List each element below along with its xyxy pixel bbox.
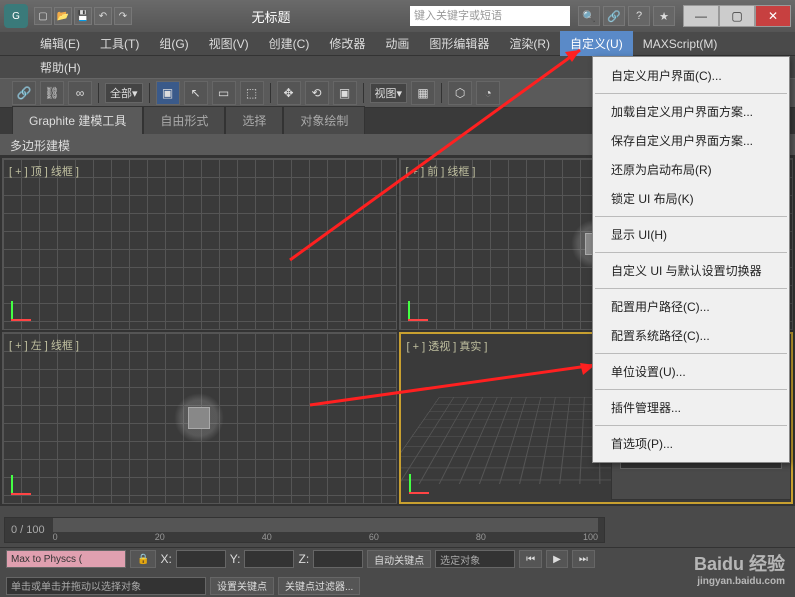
viewport-label: [ + ] 左 ] 线框 ] (9, 337, 79, 353)
menu-revert-layout[interactable]: 还原为启动布局(R) (593, 155, 789, 184)
timeline[interactable]: 0 / 100 0 20 40 60 80 100 (4, 517, 605, 543)
tab-selection[interactable]: 选择 (225, 106, 283, 134)
x-label: X: (160, 552, 171, 566)
bind-icon[interactable]: ∞ (68, 81, 92, 105)
binoculars-icon[interactable]: 🔍 (578, 6, 600, 26)
help-icon[interactable]: ? (628, 6, 650, 26)
menu-rendering[interactable]: 渲染(R) (499, 31, 560, 56)
minimize-button[interactable]: — (683, 5, 719, 27)
menu-animation[interactable]: 动画 (375, 31, 419, 56)
menu-switcher[interactable]: 自定义 UI 与默认设置切换器 (593, 256, 789, 285)
menu-custom-ui[interactable]: 自定义用户界面(C)... (593, 61, 789, 90)
new-icon[interactable]: ▢ (34, 7, 52, 25)
window-title: 无标题 (132, 7, 410, 26)
viewport-label: [ + ] 前 ] 线框 ] (406, 163, 476, 179)
y-label: Y: (230, 552, 241, 566)
axis-gizmo-icon (409, 464, 439, 494)
y-input[interactable] (244, 550, 294, 568)
menu-plugin-mgr[interactable]: 插件管理器... (593, 393, 789, 422)
menu-load-scheme[interactable]: 加载自定义用户界面方案... (593, 97, 789, 126)
play-icon[interactable]: ▶ (546, 550, 568, 568)
menu-system-paths[interactable]: 配置系统路径(C)... (593, 321, 789, 350)
menu-user-paths[interactable]: 配置用户路径(C)... (593, 292, 789, 321)
axis-gizmo-icon (11, 291, 41, 321)
viewport-label: [ + ] 透视 ] 真实 ] (407, 338, 488, 354)
menu-views[interactable]: 视图(V) (199, 31, 259, 56)
play-icon[interactable]: ⏭ (572, 550, 595, 568)
region-icon[interactable]: ▭ (212, 81, 236, 105)
unlink-icon[interactable]: ⛓ (40, 81, 64, 105)
link-icon[interactable]: 🔗 (603, 6, 625, 26)
move-icon[interactable]: ✥ (277, 81, 301, 105)
favorite-icon[interactable]: ★ (653, 6, 675, 26)
selection-filter[interactable]: 全部 ▾ (105, 83, 143, 103)
select-icon[interactable]: ▣ (156, 81, 180, 105)
cursor-icon[interactable]: ↖ (184, 81, 208, 105)
menu-edit[interactable]: 编辑(E) (30, 31, 90, 56)
menu-group[interactable]: 组(G) (149, 31, 198, 56)
play-icon[interactable]: ⏮ (519, 550, 542, 568)
menu-show-ui[interactable]: 显示 UI(H) (593, 220, 789, 249)
search-input[interactable]: 键入关键字或短语 (410, 6, 570, 26)
angle-snap-icon[interactable]: ◔ (476, 81, 500, 105)
pivot-icon[interactable]: ▦ (411, 81, 435, 105)
open-icon[interactable]: 📂 (54, 7, 72, 25)
watermark: Baidu 经验 jingyan.baidu.com (694, 550, 785, 587)
key-mode-dropdown[interactable]: 选定对象 (435, 550, 515, 568)
axis-gizmo-icon (11, 465, 41, 495)
viewcube-icon[interactable] (174, 393, 224, 443)
menu-graph-editors[interactable]: 图形编辑器 (419, 31, 499, 56)
viewport-label: [ + ] 顶 ] 线框 ] (9, 163, 79, 179)
prompt-line: 单击或单击并拖动以选择对象 (6, 577, 206, 595)
coord-system[interactable]: 视图 ▾ (370, 83, 408, 103)
auto-key-button[interactable]: 自动关键点 (367, 550, 431, 568)
undo-icon[interactable]: ↶ (94, 7, 112, 25)
menu-help[interactable]: 帮助(H) (30, 55, 91, 80)
tab-object-paint[interactable]: 对象绘制 (283, 106, 365, 134)
viewport-left[interactable]: [ + ] 左 ] 线框 ] (2, 332, 397, 504)
tab-graphite[interactable]: Graphite 建模工具 (12, 106, 143, 134)
menu-tools[interactable]: 工具(T) (90, 31, 149, 56)
menu-units[interactable]: 单位设置(U)... (593, 357, 789, 386)
maximize-button[interactable]: ▢ (719, 5, 755, 27)
snap-icon[interactable]: ⬡ (448, 81, 472, 105)
menu-customize[interactable]: 自定义(U) (560, 31, 633, 56)
set-key-button[interactable]: 设置关键点 (210, 577, 274, 595)
lock-icon[interactable]: 🔒 (130, 550, 156, 568)
link-icon[interactable]: 🔗 (12, 81, 36, 105)
menu-modifiers[interactable]: 修改器 (319, 31, 375, 56)
scale-icon[interactable]: ▣ (333, 81, 357, 105)
menu-lock-layout[interactable]: 锁定 UI 布局(K) (593, 184, 789, 213)
customize-menu: 自定义用户界面(C)... 加载自定义用户界面方案... 保存自定义用户界面方案… (592, 56, 790, 463)
viewport-top[interactable]: [ + ] 顶 ] 线框 ] (2, 158, 397, 330)
script-listener[interactable]: Max to Physcs ( (6, 550, 126, 568)
menu-create[interactable]: 创建(C) (259, 31, 320, 56)
z-input[interactable] (313, 550, 363, 568)
close-button[interactable]: ✕ (755, 5, 791, 27)
rotate-icon[interactable]: ⟲ (305, 81, 329, 105)
menu-save-scheme[interactable]: 保存自定义用户界面方案... (593, 126, 789, 155)
redo-icon[interactable]: ↷ (114, 7, 132, 25)
window-icon[interactable]: ⬚ (240, 81, 264, 105)
z-label: Z: (298, 552, 309, 566)
x-input[interactable] (176, 550, 226, 568)
axis-gizmo-icon (408, 291, 438, 321)
menu-preferences[interactable]: 首选项(P)... (593, 429, 789, 458)
frame-counter: 0 / 100 (11, 524, 45, 536)
save-icon[interactable]: 💾 (74, 7, 92, 25)
key-filters-button[interactable]: 关键点过滤器... (278, 577, 360, 595)
tab-freeform[interactable]: 自由形式 (143, 106, 225, 134)
app-icon: G (4, 4, 28, 28)
menu-maxscript[interactable]: MAXScript(M) (633, 33, 728, 55)
